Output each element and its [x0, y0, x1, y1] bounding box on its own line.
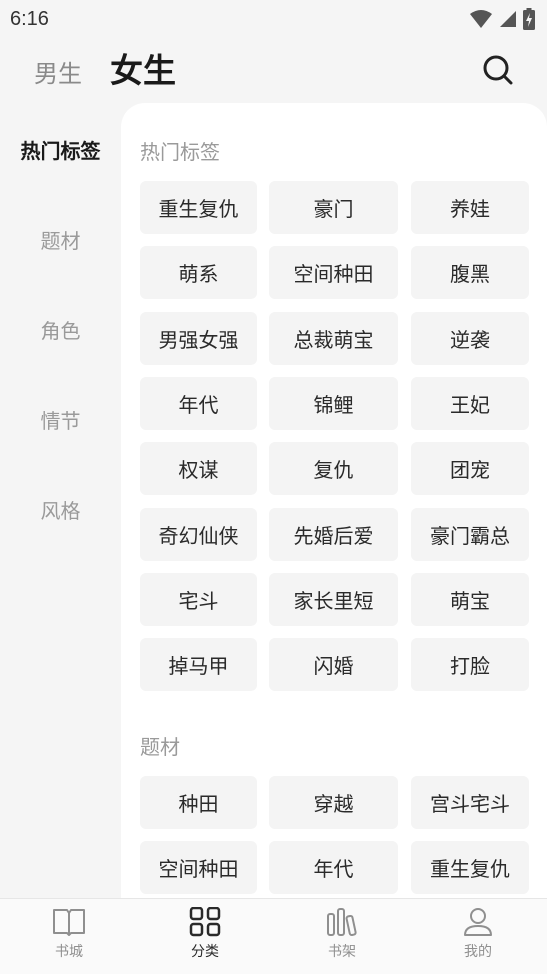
tag-chip[interactable]: 奇幻仙侠	[140, 508, 257, 561]
bottom-tab-bar: 书城 分类 书架 我的	[0, 898, 547, 974]
sidebar-item-plot[interactable]: 情节	[0, 405, 121, 434]
tag-chip[interactable]: 重生复仇	[140, 181, 257, 234]
tag-chip[interactable]: 宅斗	[140, 573, 257, 626]
tab-category[interactable]: 分类	[165, 907, 245, 961]
tag-chip[interactable]: 空间种田	[140, 841, 257, 894]
tag-chip[interactable]: 男强女强	[140, 312, 257, 365]
header: 男生 女生	[0, 38, 547, 102]
tab-bookshelf-label: 书架	[328, 944, 356, 960]
status-time: 6:16	[10, 7, 49, 30]
tag-chip[interactable]: 总裁萌宝	[269, 312, 398, 365]
tag-chip[interactable]: 养娃	[411, 181, 529, 234]
tag-chip[interactable]: 年代	[269, 841, 398, 894]
category-sidebar: 热门标签 题材 角色 情节 风格	[0, 103, 121, 898]
tag-chip[interactable]: 打脸	[411, 638, 529, 691]
search-button[interactable]	[480, 52, 516, 88]
user-icon	[464, 908, 492, 936]
tag-chip[interactable]: 重生复仇	[411, 841, 529, 894]
bookshelf-icon	[327, 908, 357, 937]
tag-chip[interactable]: 复仇	[269, 442, 398, 495]
tag-chip[interactable]: 种田	[140, 776, 257, 829]
tag-panel[interactable]: 热门标签 重生复仇 豪门 养娃 萌系 空间种田 腹黑 男强女强 总裁萌宝 逆袭 年代 锦鲤 王妃 权谋复…	[121, 103, 547, 898]
tag-chip[interactable]: 权谋	[140, 442, 257, 495]
grid-icon	[189, 907, 221, 937]
battery-icon	[523, 8, 535, 30]
sidebar-item-style[interactable]: 风格	[0, 495, 121, 524]
tag-chip[interactable]: 先婚后爱	[269, 508, 398, 561]
book-open-icon	[53, 909, 85, 936]
tag-chip[interactable]: 团宠	[411, 442, 529, 495]
sidebar-item-hot-tags[interactable]: 热门标签	[0, 135, 121, 164]
tag-chip[interactable]: 宫斗宅斗	[411, 776, 529, 829]
tab-male[interactable]: 男生	[34, 54, 82, 89]
tag-chip[interactable]: 腹黑	[411, 246, 529, 299]
tag-chip[interactable]: 闪婚	[269, 638, 398, 691]
sidebar-item-theme[interactable]: 题材	[0, 225, 121, 254]
tag-chip[interactable]: 豪门	[269, 181, 398, 234]
section-title-hot-tags: 热门标签	[140, 140, 220, 164]
status-icons	[469, 8, 535, 30]
tab-bookstore[interactable]: 书城	[29, 907, 109, 961]
tag-chip[interactable]: 年代	[140, 377, 257, 430]
tab-mine-label: 我的	[464, 944, 492, 960]
tag-chip[interactable]: 空间种田	[269, 246, 398, 299]
tab-bookshelf[interactable]: 书架	[302, 907, 382, 961]
tag-chip[interactable]: 萌系	[140, 246, 257, 299]
search-icon	[483, 55, 513, 85]
tag-chip[interactable]: 豪门霸总	[411, 508, 529, 561]
tag-chip[interactable]: 萌宝	[411, 573, 529, 626]
cell-signal-icon	[500, 11, 516, 27]
tab-female[interactable]: 女生	[110, 44, 176, 92]
status-bar: 6:16	[0, 0, 547, 38]
section-title-theme: 题材	[140, 735, 180, 759]
wifi-icon	[470, 10, 492, 28]
tag-chip[interactable]: 逆袭	[411, 312, 529, 365]
tab-mine[interactable]: 我的	[438, 907, 518, 961]
tab-bookstore-label: 书城	[55, 944, 83, 960]
tab-category-label: 分类	[191, 944, 219, 960]
sidebar-item-role[interactable]: 角色	[0, 315, 121, 344]
tag-chip[interactable]: 掉马甲	[140, 638, 257, 691]
tag-chip[interactable]: 王妃	[411, 377, 529, 430]
tag-chip[interactable]: 锦鲤	[269, 377, 398, 430]
tag-chip[interactable]: 穿越	[269, 776, 398, 829]
tag-chip[interactable]: 家长里短	[269, 573, 398, 626]
